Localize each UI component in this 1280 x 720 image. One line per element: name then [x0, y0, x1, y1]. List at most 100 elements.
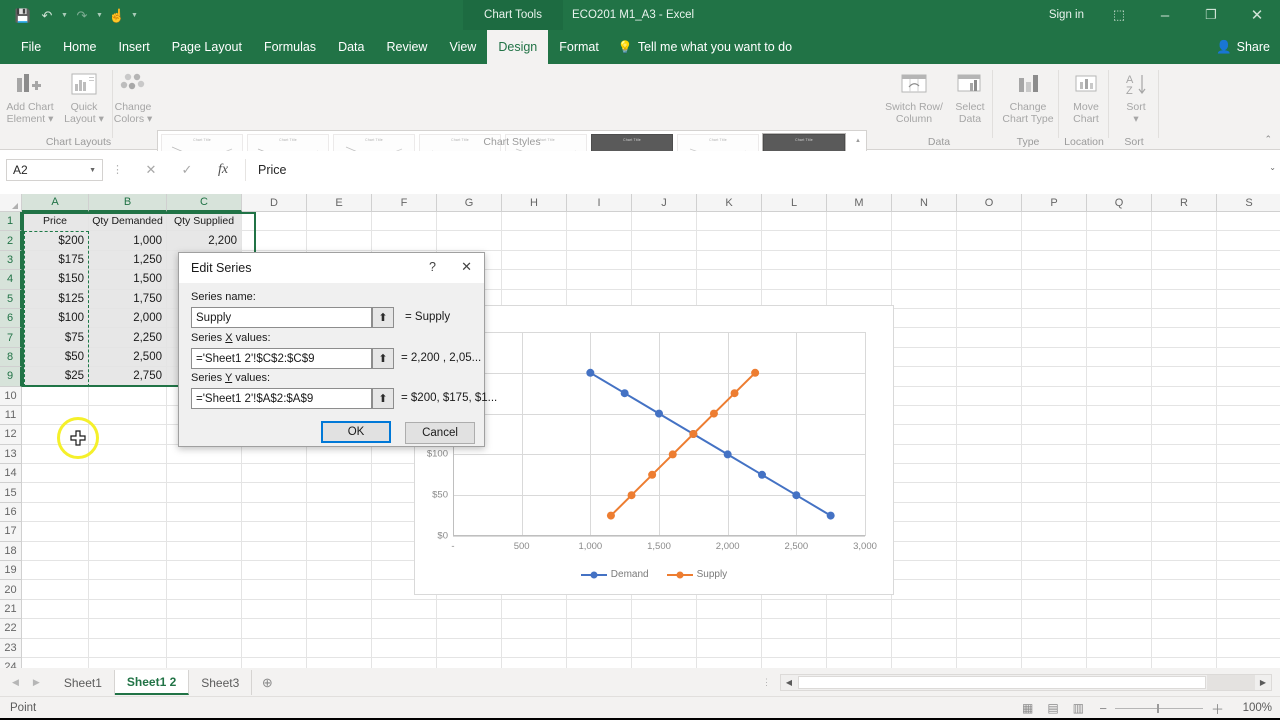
- add-chart-element-button[interactable]: Add Chart Element ▾: [2, 70, 58, 134]
- cell-G21[interactable]: [437, 599, 502, 620]
- cell-E24[interactable]: [307, 657, 372, 668]
- cell-H21[interactable]: [502, 599, 567, 620]
- cell-C20[interactable]: [167, 580, 242, 600]
- cell-D2[interactable]: [242, 231, 307, 251]
- cell-M2[interactable]: [827, 231, 892, 251]
- cell-R19[interactable]: [1152, 561, 1217, 581]
- cell-R16[interactable]: [1152, 502, 1217, 523]
- cell-P8[interactable]: [1022, 347, 1087, 368]
- cell-A5[interactable]: $125: [22, 289, 89, 309]
- undo-icon[interactable]: ↶: [36, 4, 58, 26]
- cell-L2[interactable]: [762, 231, 827, 251]
- cell-F24[interactable]: [372, 657, 437, 668]
- cell-C22[interactable]: [167, 619, 242, 639]
- cell-S16[interactable]: [1217, 503, 1280, 523]
- cell-O6[interactable]: [957, 308, 1022, 329]
- row-header-19[interactable]: 19: [0, 561, 22, 581]
- cell-B12[interactable]: [89, 425, 167, 445]
- cell-A6[interactable]: $100: [22, 308, 89, 329]
- cell-B23[interactable]: [89, 638, 167, 658]
- cell-O4[interactable]: [957, 270, 1022, 290]
- cell-R3[interactable]: [1152, 250, 1217, 271]
- cell-A18[interactable]: [22, 541, 89, 562]
- cell-R22[interactable]: [1152, 619, 1217, 639]
- switch-row-column-button[interactable]: Switch Row/ Column: [885, 70, 943, 134]
- cell-B17[interactable]: [89, 522, 167, 542]
- cell-N2[interactable]: [892, 231, 957, 251]
- series-x-range-picker-icon[interactable]: ⬆: [372, 348, 394, 369]
- cell-C2[interactable]: 2,200: [167, 231, 242, 251]
- name-box[interactable]: A2 ▼: [6, 159, 103, 181]
- tab-review[interactable]: Review: [375, 30, 438, 64]
- cell-B11[interactable]: [89, 405, 167, 426]
- cell-B24[interactable]: [89, 657, 167, 668]
- cell-A1[interactable]: Price: [22, 212, 89, 232]
- row-header-22[interactable]: 22: [0, 619, 22, 639]
- series-point-demand[interactable]: [655, 409, 663, 418]
- cell-J2[interactable]: [632, 231, 697, 251]
- cell-A7[interactable]: $75: [22, 328, 89, 348]
- cell-B22[interactable]: [89, 619, 167, 639]
- cell-I24[interactable]: [567, 657, 632, 668]
- cell-R23[interactable]: [1152, 638, 1217, 658]
- cell-O19[interactable]: [957, 561, 1022, 581]
- cell-R24[interactable]: [1152, 657, 1217, 668]
- tab-view[interactable]: View: [438, 30, 487, 64]
- expand-formula-bar-icon[interactable]: ⌄: [1269, 163, 1276, 172]
- cell-N12[interactable]: [892, 425, 957, 445]
- cell-Q5[interactable]: [1087, 289, 1152, 309]
- series-point-supply[interactable]: [751, 368, 760, 377]
- cell-R14[interactable]: [1152, 464, 1217, 484]
- cell-P10[interactable]: [1022, 386, 1087, 406]
- cell-B1[interactable]: Qty Demanded: [89, 212, 167, 232]
- tell-me-box[interactable]: 💡 Tell me what you want to do: [610, 30, 792, 64]
- scrollbar-track[interactable]: [1207, 675, 1255, 690]
- row-header-13[interactable]: 13: [0, 444, 22, 465]
- cell-F23[interactable]: [372, 638, 437, 658]
- cell-P18[interactable]: [1022, 541, 1087, 562]
- row-header-12[interactable]: 12: [0, 425, 22, 445]
- tab-file[interactable]: File: [10, 30, 52, 64]
- cell-D20[interactable]: [242, 580, 307, 600]
- cell-I22[interactable]: [567, 619, 632, 639]
- cell-E16[interactable]: [307, 502, 372, 523]
- cell-O23[interactable]: [957, 638, 1022, 658]
- sheet-tab-sheet1[interactable]: Sheet1: [51, 670, 115, 695]
- ok-button[interactable]: OK: [321, 421, 391, 443]
- series-point-supply[interactable]: [689, 430, 698, 438]
- tab-formulas[interactable]: Formulas: [253, 30, 327, 64]
- cell-P16[interactable]: [1022, 502, 1087, 523]
- cell-F21[interactable]: [372, 599, 437, 620]
- cell-R1[interactable]: [1152, 212, 1217, 232]
- row-header-14[interactable]: 14: [0, 464, 22, 484]
- normal-view-icon[interactable]: ▦: [1022, 701, 1033, 715]
- cell-P17[interactable]: [1022, 522, 1087, 542]
- cell-M1[interactable]: [827, 212, 892, 232]
- cell-D15[interactable]: [242, 483, 307, 503]
- cell-K2[interactable]: [697, 231, 762, 251]
- cell-D24[interactable]: [242, 657, 307, 668]
- cell-A9[interactable]: $25: [22, 367, 89, 387]
- cell-G22[interactable]: [437, 619, 502, 639]
- help-icon[interactable]: ?: [429, 260, 436, 274]
- cell-E17[interactable]: [307, 522, 372, 542]
- cell-O22[interactable]: [957, 619, 1022, 639]
- cell-O17[interactable]: [957, 522, 1022, 542]
- cell-A10[interactable]: [22, 386, 89, 406]
- cell-F22[interactable]: [372, 619, 437, 639]
- zoom-in-icon[interactable]: ＋: [1211, 699, 1224, 718]
- cell-C1[interactable]: Qty Supplied: [167, 212, 242, 232]
- cell-C16[interactable]: [167, 502, 242, 523]
- tab-home[interactable]: Home: [52, 30, 107, 64]
- cell-P19[interactable]: [1022, 561, 1087, 581]
- cell-E1[interactable]: [307, 212, 372, 232]
- cell-N7[interactable]: [892, 328, 957, 348]
- cell-P14[interactable]: [1022, 464, 1087, 484]
- column-header-h[interactable]: H: [502, 194, 567, 212]
- cell-R10[interactable]: [1152, 386, 1217, 406]
- cell-D22[interactable]: [242, 619, 307, 639]
- cell-Q18[interactable]: [1087, 541, 1152, 562]
- column-header-k[interactable]: K: [697, 194, 762, 212]
- cell-S7[interactable]: [1217, 328, 1280, 348]
- cell-S14[interactable]: [1217, 464, 1280, 484]
